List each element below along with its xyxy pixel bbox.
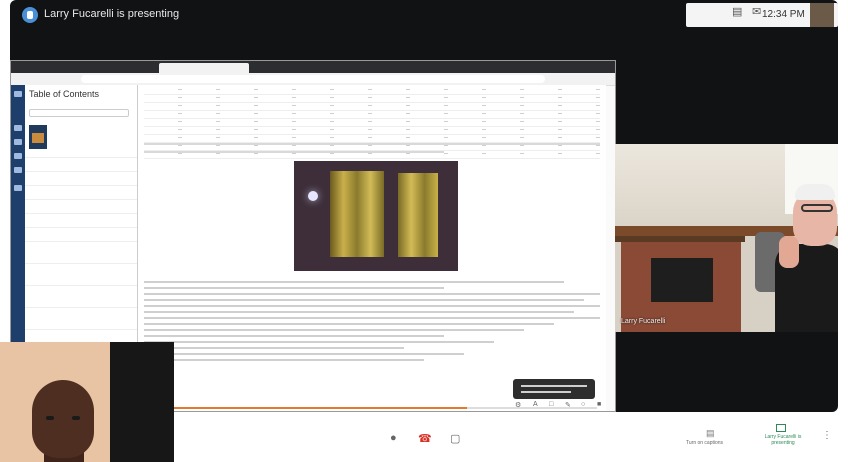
text-line [144,293,600,295]
url-field [81,75,545,83]
tooltip-text [521,391,571,393]
text-line [144,353,464,355]
toc-entry [25,285,137,307]
browser-tab [17,63,85,73]
figure-photo [294,161,458,271]
meeting-clock: 12:34 PM [762,9,805,20]
share-icon: ○ [581,401,586,408]
self-head [32,380,94,458]
toc-entry [25,307,137,329]
toc-entry [25,185,137,199]
captions-button-label[interactable]: Turn on captions [686,440,723,446]
room-mantle [615,236,745,242]
meeting-window: Larry Fucarelli is presenting ▤ ✉ 12:34 … [0,0,848,462]
text-line [144,287,444,289]
self-view-tile[interactable] [0,342,174,462]
text-line [144,329,524,331]
bookmark-icon: □ [549,401,554,408]
table-row [144,113,600,119]
meet-logo-icon [22,7,38,23]
end-call-icon[interactable]: ☎ [418,432,432,445]
table-row [144,97,600,103]
toc-entry [25,171,137,185]
self-eye [46,416,54,420]
toc-entry [25,227,137,241]
toc-entry [25,241,137,263]
reader-content [138,85,606,411]
toc-search-field [29,109,129,117]
photo-curtain [330,171,384,257]
user-avatar[interactable] [810,3,834,27]
participant-tile[interactable]: Larry Fucarelli [615,144,838,332]
search-icon [14,125,22,131]
text-line [144,317,600,319]
text-line [144,347,404,349]
participant-hair [795,184,835,200]
browser-tab [249,63,333,73]
text-size-icon: A [533,401,538,408]
photo-light [308,191,318,201]
book-cover [29,125,47,149]
text-line [144,359,424,361]
presenting-label[interactable]: Larry Fucarelli is presenting [762,434,804,446]
text-line [144,281,564,283]
table-row [144,89,600,95]
browser-tab [85,63,159,73]
table-row [144,129,600,135]
chat-icon[interactable]: ✉ [752,5,761,18]
photo-curtain [398,173,438,257]
toc-entry [25,199,137,213]
presentation-icon[interactable] [776,424,786,432]
captions-icon[interactable]: ▤ [706,428,715,439]
print-icon: ■ [597,401,602,408]
camera-icon[interactable]: ▢ [450,432,460,445]
room-firebox [651,258,713,302]
browser-tabstrip [11,61,615,73]
table-caption [144,143,600,145]
text-line [144,323,554,325]
reading-progress-fill [131,407,467,409]
data-table [144,87,600,159]
presenter-banner: Larry Fucarelli is presenting [44,8,180,20]
toc-entry [25,263,137,285]
tooltip-text [521,385,587,387]
top-bar: Larry Fucarelli is presenting ▤ ✉ 12:34 … [10,0,838,30]
menu-icon [14,91,22,97]
reader-toolbar: ⚙ A □ ✎ ○ ■ [515,401,605,411]
participant-glasses [801,204,833,212]
print-icon [14,167,22,173]
text-line [144,341,494,343]
text-line [144,299,584,301]
table-row [144,121,600,127]
bookmark-icon [14,139,22,145]
toc-entry [25,157,137,171]
text-line [144,335,444,337]
text-line [144,305,600,307]
pen-icon: ✎ [565,402,571,409]
settings-icon [14,185,22,191]
body-text [144,281,600,365]
table-row [144,153,600,159]
call-controls-bar: ● ☎ ▢ ▤ Turn on captions Larry Fucarelli… [174,412,848,462]
self-eye [72,416,80,420]
table-row [144,105,600,111]
notes-icon [14,153,22,159]
more-options-icon[interactable]: ⋮ [822,430,832,441]
people-icon[interactable]: ▤ [732,5,742,18]
paragraph-line [144,151,444,153]
share-tooltip [513,379,595,399]
browser-tab-active [159,63,249,73]
text-line [144,311,574,313]
toc-list [25,157,137,351]
microphone-icon[interactable]: ● [390,432,397,444]
settings-icon: ⚙ [515,402,522,409]
participant-name: Larry Fucarelli [621,318,666,325]
toc-entry [25,213,137,227]
participant-hand [779,236,799,268]
toc-title: Table of Contents [29,89,100,99]
